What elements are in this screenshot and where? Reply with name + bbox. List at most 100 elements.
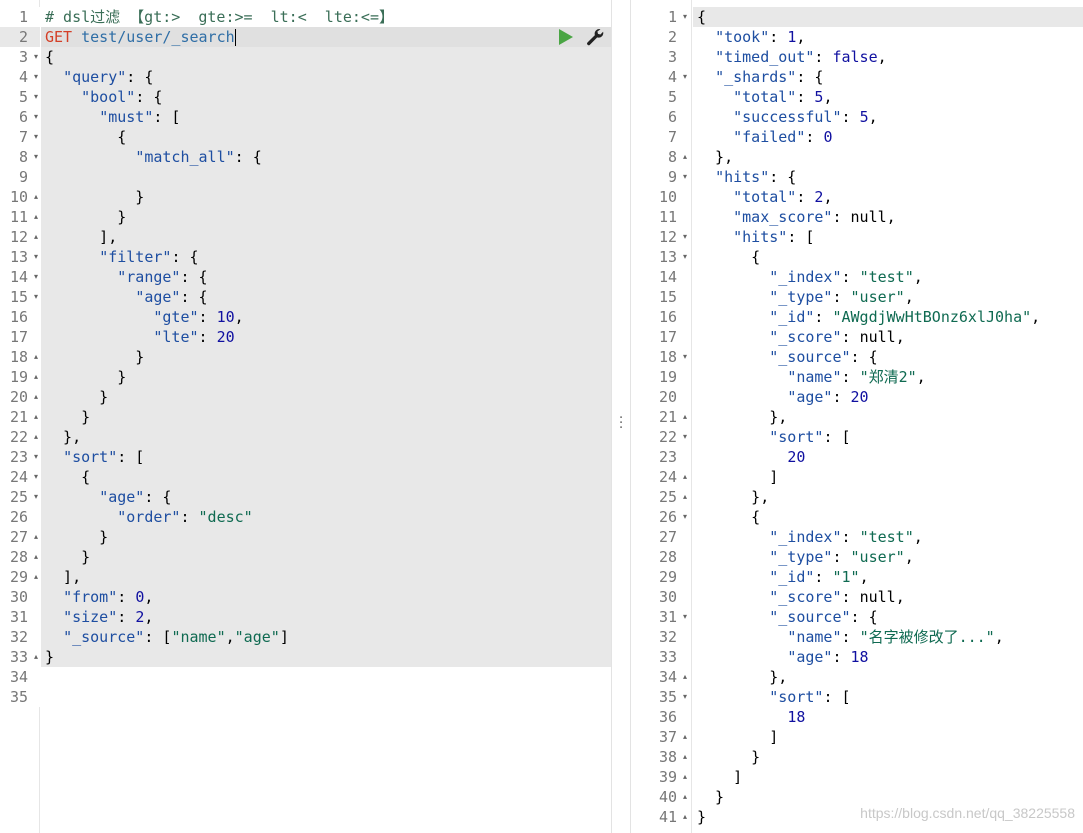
fold-open-icon[interactable]: ▾ [34,107,38,127]
fold-open-icon[interactable]: ▾ [34,247,38,267]
code-line[interactable]: "must": [ [41,107,611,127]
play-icon[interactable] [559,29,573,45]
fold-close-icon[interactable]: ▴ [683,487,687,507]
response-line-numbers: 1 ▾ 2 3 4 ▾ 5 6 7 8 ▴ 9 ▾ 10 11 12 ▾ 13 ▾ 14 15 16 17 18 ▾ 19 20 21… [631,7,691,827]
fold-close-icon[interactable]: ▴ [34,567,38,587]
code-line[interactable]: "sort": [ [41,447,611,467]
fold-open-icon[interactable]: ▾ [683,67,687,87]
response-line: "hits": { [715,168,797,186]
code-line[interactable]: } [41,367,611,387]
code-line[interactable]: } [41,407,611,427]
line-number-text: 22 [658,428,677,446]
fold-open-icon[interactable]: ▾ [34,87,38,107]
code-line[interactable]: "gte": 10, [41,307,611,327]
line-number-text: 33 [658,648,677,666]
line-number: 26 ▾ [631,507,691,527]
fold-close-icon[interactable]: ▴ [34,647,38,667]
fold-close-icon[interactable]: ▴ [683,747,687,767]
fold-close-icon[interactable]: ▴ [683,727,687,747]
fold-open-icon[interactable]: ▾ [34,467,38,487]
fold-close-icon[interactable]: ▴ [34,367,38,387]
code-line[interactable]: "size": 2, [41,607,611,627]
fold-close-icon[interactable]: ▴ [34,427,38,447]
code-line[interactable]: } [41,647,611,667]
fold-open-icon[interactable]: ▾ [683,247,687,267]
fold-close-icon[interactable]: ▴ [683,407,687,427]
response-line: { [697,248,761,266]
line-number-text: 21 [658,408,677,426]
fold-close-icon[interactable]: ▴ [683,787,687,807]
code-line[interactable]: "order": "desc" [41,507,611,527]
fold-close-icon[interactable]: ▴ [34,387,38,407]
fold-close-icon[interactable]: ▴ [34,527,38,547]
comment-line[interactable]: # dsl过滤 【gt:> gte:>= lt:< lte:<=】 [41,7,611,27]
code-line[interactable]: "from": 0, [41,587,611,607]
code-line[interactable]: } [41,387,611,407]
code-line[interactable] [41,167,611,187]
fold-close-icon[interactable]: ▴ [34,547,38,567]
fold-open-icon[interactable]: ▾ [683,227,687,247]
code-line[interactable]: "age": { [41,287,611,307]
fold-open-icon[interactable]: ▾ [34,147,38,167]
fold-close-icon[interactable]: ▴ [683,147,687,167]
code-line[interactable]: }, [41,427,611,447]
code-line[interactable]: ], [41,567,611,587]
fold-open-icon[interactable]: ▾ [683,167,687,187]
fold-close-icon[interactable]: ▴ [34,207,38,227]
code-line[interactable]: } [41,347,611,367]
fold-close-icon[interactable]: ▴ [34,227,38,247]
code-line[interactable]: ], [41,227,611,247]
fold-open-icon[interactable]: ▾ [34,487,38,507]
fold-open-icon[interactable]: ▾ [683,347,687,367]
code-line[interactable]: "lte": 20 [41,327,611,347]
fold-close-icon[interactable]: ▴ [34,347,38,367]
fold-open-icon[interactable]: ▾ [683,687,687,707]
fold-open-icon[interactable]: ▾ [34,447,38,467]
line-number: 12 ▴ [0,227,40,247]
fold-open-icon[interactable]: ▾ [683,607,687,627]
response-line: "sort": [ [769,688,851,706]
line-number: 17 [0,327,40,347]
pane-resize-handle[interactable]: · · · [611,0,631,833]
code-line[interactable]: "age": { [41,487,611,507]
code-line[interactable]: "query": { [41,67,611,87]
fold-close-icon[interactable]: ▴ [34,407,38,427]
fold-open-icon[interactable]: ▾ [683,507,687,527]
code-line[interactable]: "_source": ["name","age"] [41,627,611,647]
request-code[interactable]: # dsl过滤 【gt:> gte:>= lt:< lte:<=】 GET te… [41,7,611,667]
line-number-text: 30 [9,588,28,606]
request-line[interactable]: GET test/user/_search [41,27,611,47]
request-line-numbers: 1 2 3 ▾ 4 ▾ 5 ▾ 6 ▾ 7 ▾ 8 ▾ 9 10 ▴ 11 ▴ 12 ▴ 13 ▾ 14 ▾ 15 ▾ 16 17 18 ▴… [0,7,40,707]
code-line[interactable]: "bool": { [41,87,611,107]
line-number-text: 15 [9,288,28,306]
code-line[interactable]: { [41,127,611,147]
fold-open-icon[interactable]: ▾ [34,127,38,147]
fold-open-icon[interactable]: ▾ [34,287,38,307]
fold-open-icon[interactable]: ▾ [683,7,687,27]
code-line[interactable]: } [41,547,611,567]
response-viewer[interactable]: 1 ▾ 2 3 4 ▾ 5 6 7 8 ▴ 9 ▾ 10 11 12 ▾ 13 ▾ 14 15 16 17 18 ▾ 19 20 21… [631,0,1083,833]
line-number: 31 ▾ [631,607,691,627]
code-line[interactable]: { [41,47,611,67]
code-line[interactable]: "match_all": { [41,147,611,167]
fold-open-icon[interactable]: ▾ [34,267,38,287]
fold-close-icon[interactable]: ▴ [683,467,687,487]
code-line[interactable]: } [41,187,611,207]
code-line[interactable]: "filter": { [41,247,611,267]
fold-close-icon[interactable]: ▴ [683,767,687,787]
code-line[interactable]: } [41,527,611,547]
wrench-icon[interactable] [585,27,605,47]
fold-close-icon[interactable]: ▴ [683,807,687,827]
fold-close-icon[interactable]: ▴ [683,667,687,687]
fold-open-icon[interactable]: ▾ [683,427,687,447]
fold-close-icon[interactable]: ▴ [34,187,38,207]
code-line[interactable]: { [41,467,611,487]
code-line[interactable]: "range": { [41,267,611,287]
fold-open-icon[interactable]: ▾ [34,67,38,87]
line-number-text: 36 [658,708,677,726]
code-line[interactable]: } [41,207,611,227]
fold-open-icon[interactable]: ▾ [34,47,38,67]
line-number-text: 35 [658,688,677,706]
request-editor[interactable]: 1 2 3 ▾ 4 ▾ 5 ▾ 6 ▾ 7 ▾ 8 ▾ 9 10 ▴ 11 ▴ 12 ▴ 13 ▾ 14 ▾ 15 ▾ 16 17 18 ▴… [0,0,611,833]
response-line: { [697,508,761,526]
